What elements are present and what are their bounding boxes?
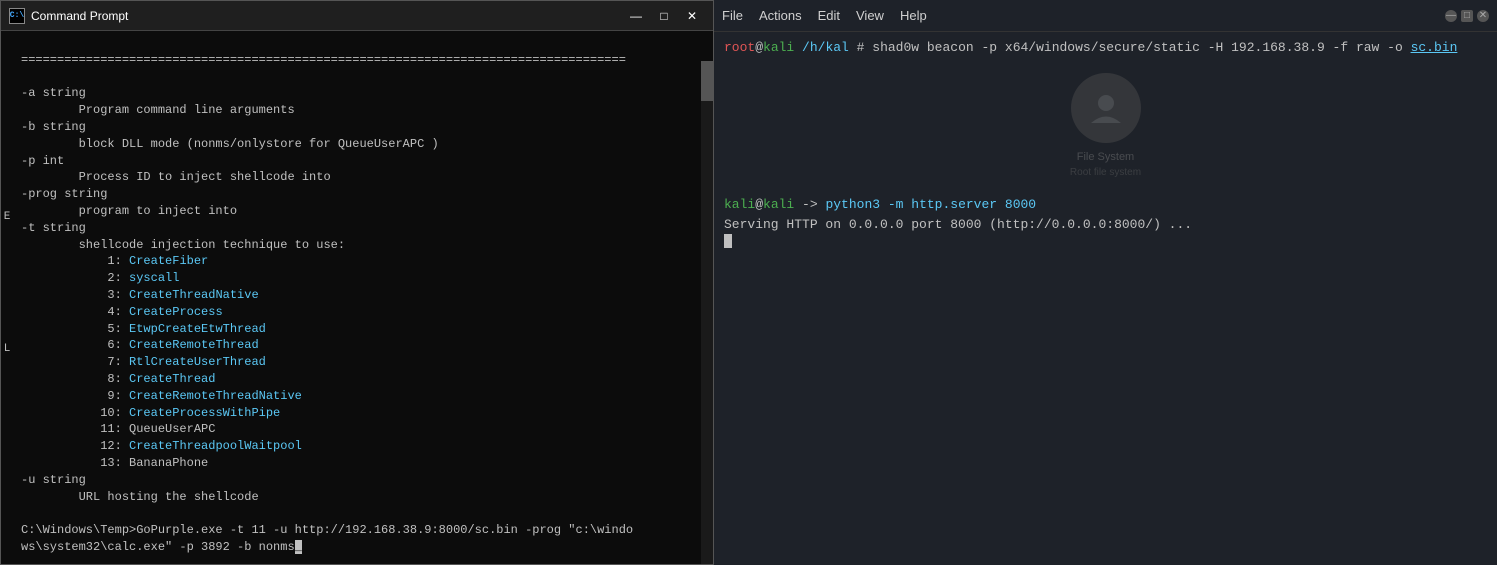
- kali-image-icon: [1086, 88, 1126, 128]
- minimize-button[interactable]: —: [623, 6, 649, 26]
- kali-path-1: /h/kal: [794, 38, 849, 58]
- kali-cmd-1: shad0w beacon -p x64/windows/secure/stat…: [864, 38, 1410, 58]
- kali-output-1: Serving HTTP on 0.0.0.0 port 8000 (http:…: [724, 215, 1487, 235]
- kali-line-2: kali@kali -> python3 -m http.server 8000: [724, 195, 1487, 215]
- cmd-title: Command Prompt: [31, 9, 623, 23]
- cmd-scrollbar-thumb: [701, 61, 713, 101]
- cmd-titlebar: C:\ Command Prompt — □ ✕: [1, 1, 713, 31]
- menu-edit[interactable]: Edit: [818, 8, 840, 23]
- cmd-window-controls: — □ ✕: [623, 6, 705, 26]
- menu-file[interactable]: File: [722, 8, 743, 23]
- kali-graphic-area: File System Root file system: [724, 58, 1487, 196]
- kali-cursor-line: [724, 234, 1487, 248]
- menu-view[interactable]: View: [856, 8, 884, 23]
- kali-menubar: File Actions Edit View Help — □ ✕: [714, 0, 1497, 32]
- kali-arrow: ->: [794, 195, 817, 215]
- kali-image-title: File System: [1077, 149, 1134, 166]
- kali-image-subtitle: Root file system: [1070, 165, 1141, 180]
- kali-host-2: kali: [763, 195, 794, 215]
- cmd-window: C:\ Command Prompt — □ ✕ E L ===========…: [0, 0, 714, 565]
- kali-window-controls: — □ ✕: [1445, 10, 1489, 22]
- close-button[interactable]: ✕: [679, 6, 705, 26]
- kali-at-1: @: [755, 38, 763, 58]
- kali-body[interactable]: root@kali /h/kal # shad0w beacon -p x64/…: [714, 32, 1497, 565]
- menu-actions[interactable]: Actions: [759, 8, 802, 23]
- cmd-icon: C:\: [9, 8, 25, 24]
- kali-image-circle: [1071, 73, 1141, 143]
- kali-cursor: [724, 234, 732, 248]
- kali-python-cmd: python3 -m http.server 8000: [818, 195, 1036, 215]
- kali-terminal-window: File Actions Edit View Help — □ ✕ root@k…: [714, 0, 1497, 565]
- kali-menu-items: File Actions Edit View Help: [722, 8, 927, 23]
- kali-user-2: kali: [724, 195, 755, 215]
- cmd-body[interactable]: ========================================…: [13, 31, 713, 564]
- kali-line-1: root@kali /h/kal # shad0w beacon -p x64/…: [724, 38, 1487, 58]
- menu-help[interactable]: Help: [900, 8, 927, 23]
- maximize-button[interactable]: □: [651, 6, 677, 26]
- kali-hash: #: [849, 38, 865, 58]
- kali-output-file: sc.bin: [1411, 38, 1458, 58]
- kali-user: root: [724, 38, 755, 58]
- kali-close-btn[interactable]: ✕: [1477, 10, 1489, 22]
- kali-maximize-btn[interactable]: □: [1461, 10, 1473, 22]
- kali-minimize-btn[interactable]: —: [1445, 10, 1457, 22]
- kali-host-1: kali: [763, 38, 794, 58]
- cmd-left-edge: E L: [1, 31, 13, 564]
- kali-at-2: @: [755, 195, 763, 215]
- cmd-content: ========================================…: [21, 53, 633, 554]
- cmd-scrollbar[interactable]: [701, 61, 713, 564]
